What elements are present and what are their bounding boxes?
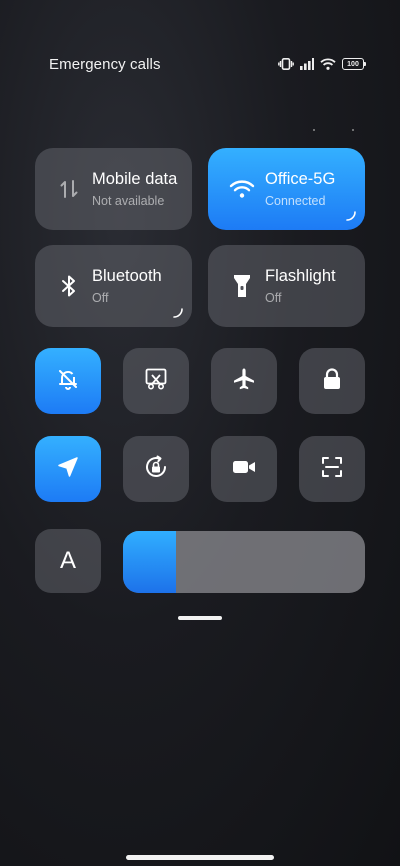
wifi-icon (320, 58, 336, 70)
bell-off-icon (56, 367, 80, 396)
scissors-icon (144, 367, 168, 396)
auto-brightness-label: A (59, 547, 76, 574)
bluetooth-title: Bluetooth (92, 267, 162, 285)
screen-record-toggle[interactable] (211, 436, 277, 502)
screenshot-toggle[interactable] (123, 348, 189, 414)
rotation-lock-toggle[interactable] (123, 436, 189, 502)
brightness-slider[interactable] (123, 531, 365, 593)
emergency-calls-label: Emergency calls (49, 55, 161, 73)
wifi-icon (229, 176, 255, 202)
signal-icon (300, 58, 314, 70)
scanner-toggle[interactable] (299, 436, 365, 502)
scan-icon (321, 456, 343, 483)
bluetooth-icon (56, 273, 82, 299)
data-arrows-icon (56, 176, 82, 202)
wifi-tile[interactable]: Office-5G Connected (208, 148, 365, 230)
battery-icon: 100 (342, 58, 366, 70)
panel-drag-handle[interactable] (178, 616, 222, 620)
airplane-mode-toggle[interactable] (211, 348, 277, 414)
status-icons: 100 (278, 58, 366, 70)
mobile-data-status: Not available (92, 194, 165, 208)
rotation-lock-icon (143, 454, 169, 485)
location-arrow-icon (57, 456, 79, 483)
home-indicator[interactable] (126, 855, 274, 860)
flashlight-title: Flashlight (265, 267, 336, 285)
flashlight-icon (229, 273, 255, 299)
wifi-status: Connected (265, 194, 326, 208)
lock-screen-toggle[interactable] (299, 348, 365, 414)
status-bar: Emergency calls 100 (49, 52, 366, 76)
decorative-dot (352, 129, 354, 131)
airplane-icon (232, 367, 256, 396)
location-toggle[interactable] (35, 436, 101, 502)
mobile-data-title: Mobile data (92, 170, 178, 188)
flashlight-tile[interactable]: Flashlight Off (208, 245, 365, 327)
decorative-dot (313, 129, 315, 131)
bluetooth-status: Off (92, 291, 109, 305)
bluetooth-tile[interactable]: Bluetooth Off (35, 245, 192, 327)
lock-icon (321, 367, 343, 396)
expand-corner-icon[interactable] (173, 308, 183, 318)
video-camera-icon (232, 458, 256, 481)
brightness-fill (123, 531, 177, 593)
auto-brightness-button[interactable]: A (35, 529, 101, 593)
mobile-data-tile[interactable]: Mobile data Not available (35, 148, 192, 230)
wifi-network-name: Office-5G (265, 170, 336, 188)
flashlight-status: Off (265, 291, 282, 305)
expand-corner-icon[interactable] (346, 211, 356, 221)
vibrate-icon (278, 58, 294, 70)
mute-toggle[interactable] (35, 348, 101, 414)
